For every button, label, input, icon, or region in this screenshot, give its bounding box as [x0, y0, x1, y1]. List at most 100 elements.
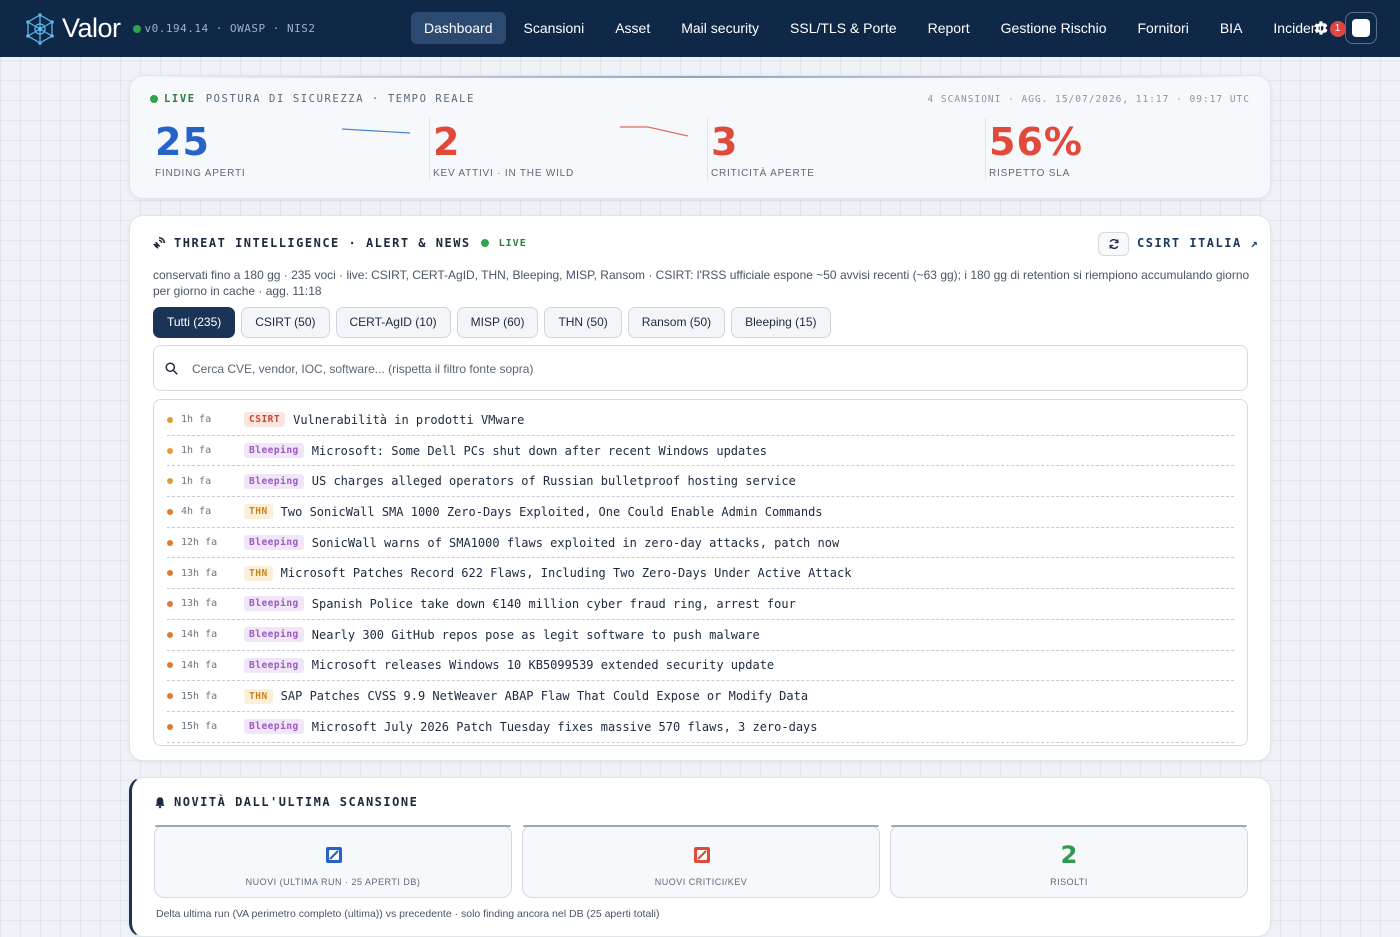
status-dot-icon	[132, 24, 141, 33]
filter-csirt[interactable]: CSIRT (50)	[241, 307, 330, 338]
severity-dot-icon	[167, 539, 173, 546]
zero-red-icon	[694, 847, 710, 863]
filter-ransom[interactable]: Ransom (50)	[627, 307, 726, 338]
nuovi-critici-box[interactable]: NUOVI CRITICI/KEV	[522, 825, 880, 898]
feed-title: SAP Patches CVSS 9.9 NetWeaver ABAP Flaw…	[280, 689, 809, 704]
feed-item[interactable]: 12h fa Bleeping SonicWall warns of SMA1000…	[167, 528, 1234, 559]
threat-live-label: LIVE	[498, 237, 527, 249]
posture-accent-line	[130, 76, 1270, 78]
brand-name: Valor	[62, 13, 121, 43]
feed-title: Microsoft releases Windows 10 KB5099539 …	[311, 658, 775, 673]
feed-time: 15h fa	[181, 721, 218, 733]
kpi-value: 2	[433, 120, 461, 164]
feed-item[interactable]: 15h fa Bleeping Microsoft July 2026 Patch …	[167, 712, 1234, 743]
kpi-kev-attivi[interactable]: 2 KEV ATTIVI · IN THE WILD	[428, 120, 706, 186]
nav-item-bia[interactable]: BIA	[1207, 12, 1256, 44]
brand[interactable]: Valor v0.194.14 · OWASP · NIS2	[24, 0, 315, 57]
box-accent-line	[523, 825, 879, 827]
sparkline-icon	[341, 128, 411, 134]
severity-dot-icon	[167, 416, 173, 423]
feed-item[interactable]: 13h fa THN Microsoft Patches Record 622 Fl…	[167, 558, 1234, 590]
feed-item[interactable]: 1h fa Bleeping US charges alleged operator…	[167, 466, 1234, 498]
kpi-rispetto-sla[interactable]: 56% RISPETTO SLA	[984, 120, 1262, 186]
filter-thn[interactable]: THN (50)	[544, 307, 622, 338]
filter-misp[interactable]: MISP (60)	[456, 307, 539, 338]
nav-item-incidenti[interactable]: Incidenti 1	[1260, 12, 1358, 44]
feed-time: 12h fa	[181, 537, 218, 549]
feed-time: 4h fa	[181, 506, 212, 518]
nav-item-dashboard[interactable]: Dashboard	[411, 12, 506, 44]
kpi-value: 25	[155, 120, 210, 164]
gear-icon[interactable]	[1312, 19, 1330, 37]
feed-title: Microsoft: Some Dell PCs shut down after…	[311, 443, 767, 458]
threat-header: THREAT INTELLIGENCE · ALERT & NEWS LIVE	[152, 236, 527, 250]
refresh-button[interactable]	[1098, 232, 1129, 256]
kpi-label: KEV ATTIVI · IN THE WILD	[433, 168, 575, 179]
kpi-value: 56%	[989, 120, 1083, 164]
feed-time: 1h fa	[181, 414, 212, 426]
posture-card: LIVE POSTURA DI SICUREZZA · TEMPO REALE …	[129, 75, 1271, 199]
novita-title: NOVITÀ DALL'ULTIMA SCANSIONE	[174, 795, 419, 809]
source-badge: Bleeping	[244, 719, 304, 735]
live-dot-icon	[150, 95, 158, 103]
feed-item[interactable]: 14h fa Bleeping Nearly 300 GitHub repos po…	[167, 620, 1234, 651]
nav-item-asset[interactable]: Asset	[602, 12, 663, 44]
severity-dot-icon	[167, 600, 173, 607]
source-badge: THN	[244, 504, 273, 520]
csirt-italia-link[interactable]: CSIRT ITALIA ↗	[1137, 236, 1259, 250]
zero-blue-icon	[326, 847, 342, 863]
box-label: RISOLTI	[1050, 877, 1088, 887]
kpi-finding-aperti[interactable]: 25 FINDING APERTI	[150, 120, 428, 186]
satellite-icon	[153, 236, 166, 249]
source-badge: CSIRT	[244, 412, 286, 428]
kpi-criticita-aperte[interactable]: 3 CRITICITÀ APERTE	[706, 120, 984, 186]
nav-item-ssl-tls-porte[interactable]: SSL/TLS & Porte	[777, 12, 910, 44]
feed-title: Vulnerabilità in prodotti VMware	[293, 412, 525, 427]
feed-title: US charges alleged operators of Russian …	[311, 474, 796, 489]
novita-header: NOVITÀ DALL'ULTIMA SCANSIONE	[154, 795, 418, 809]
severity-dot-icon	[167, 662, 173, 669]
novita-card: NOVITÀ DALL'ULTIMA SCANSIONE NUOVI (ULTI…	[129, 777, 1271, 937]
severity-dot-icon	[167, 478, 173, 485]
nav-menu: Dashboard Scansioni Asset Mail security …	[411, 12, 1364, 44]
filter-bleeping[interactable]: Bleeping (15)	[731, 307, 831, 338]
feed-item[interactable]: 4h fa THN Two SonicWall SMA 1000 Zero-Days…	[167, 497, 1234, 528]
novita-footer: Delta ultima run (VA perimetro completo …	[156, 908, 660, 920]
box-accent-line	[891, 825, 1247, 827]
nav-item-scansioni[interactable]: Scansioni	[511, 12, 598, 44]
search-input[interactable]	[192, 358, 1232, 380]
feed-title: Nearly 300 GitHub repos pose as legit so…	[311, 627, 760, 642]
avatar[interactable]	[1345, 12, 1377, 44]
box-accent-line	[155, 825, 511, 827]
version-label: v0.194.14 · OWASP · NIS2	[132, 22, 316, 35]
bell-icon	[155, 796, 165, 808]
feed-title: Spanish Police take down €140 million cy…	[311, 596, 796, 611]
threat-feed-list: 1h fa CSIRT Vulnerabilità in prodotti VMwa…	[153, 399, 1248, 746]
nav-item-mail-security[interactable]: Mail security	[668, 12, 772, 44]
feed-title: SonicWall warns of SMA1000 flaws exploit…	[311, 535, 840, 550]
feed-item[interactable]: 1h fa Bleeping Microsoft: Some Dell PCs sh…	[167, 436, 1234, 467]
nav-item-gestione-rischio[interactable]: Gestione Rischio	[988, 12, 1120, 44]
posture-meta: 4 SCANSIONI · AGG. 15/07/2026, 11:17 · 0…	[927, 94, 1250, 105]
nuovi-box[interactable]: NUOVI (ULTIMA RUN · 25 APERTI DB)	[154, 825, 512, 898]
threat-title: THREAT INTELLIGENCE · ALERT & NEWS	[174, 236, 471, 250]
feed-time: 14h fa	[181, 629, 218, 641]
severity-dot-icon	[167, 723, 173, 730]
feed-time: 1h fa	[181, 475, 212, 487]
nav-item-report[interactable]: Report	[915, 12, 983, 44]
feed-item[interactable]: 15h fa THN SAP Patches CVSS 9.9 NetWeaver …	[167, 681, 1234, 712]
threat-intel-card: THREAT INTELLIGENCE · ALERT & NEWS LIVE …	[129, 215, 1271, 761]
feed-item[interactable]: 1h fa CSIRT Vulnerabilità in prodotti VMwa…	[167, 405, 1234, 436]
filter-tutti[interactable]: Tutti (235)	[153, 307, 236, 338]
feed-item[interactable]: 14h fa Bleeping Microsoft releases Windows…	[167, 651, 1234, 682]
risolti-box[interactable]: 2 RISOLTI	[890, 825, 1248, 898]
version-text: v0.194.14 · OWASP · NIS2	[144, 22, 316, 35]
box-value: 2	[1060, 841, 1078, 869]
box-label: NUOVI (ULTIMA RUN · 25 APERTI DB)	[245, 877, 421, 887]
severity-dot-icon	[167, 447, 173, 454]
nav-item-fornitori[interactable]: Fornitori	[1124, 12, 1201, 44]
filter-cert-agid[interactable]: CERT-AgID (10)	[335, 307, 451, 338]
refresh-icon	[1109, 239, 1118, 249]
feed-item[interactable]: 13h fa Bleeping Spanish Police take down €…	[167, 589, 1234, 620]
posture-title: POSTURA DI SICUREZZA · TEMPO REALE	[205, 93, 476, 105]
